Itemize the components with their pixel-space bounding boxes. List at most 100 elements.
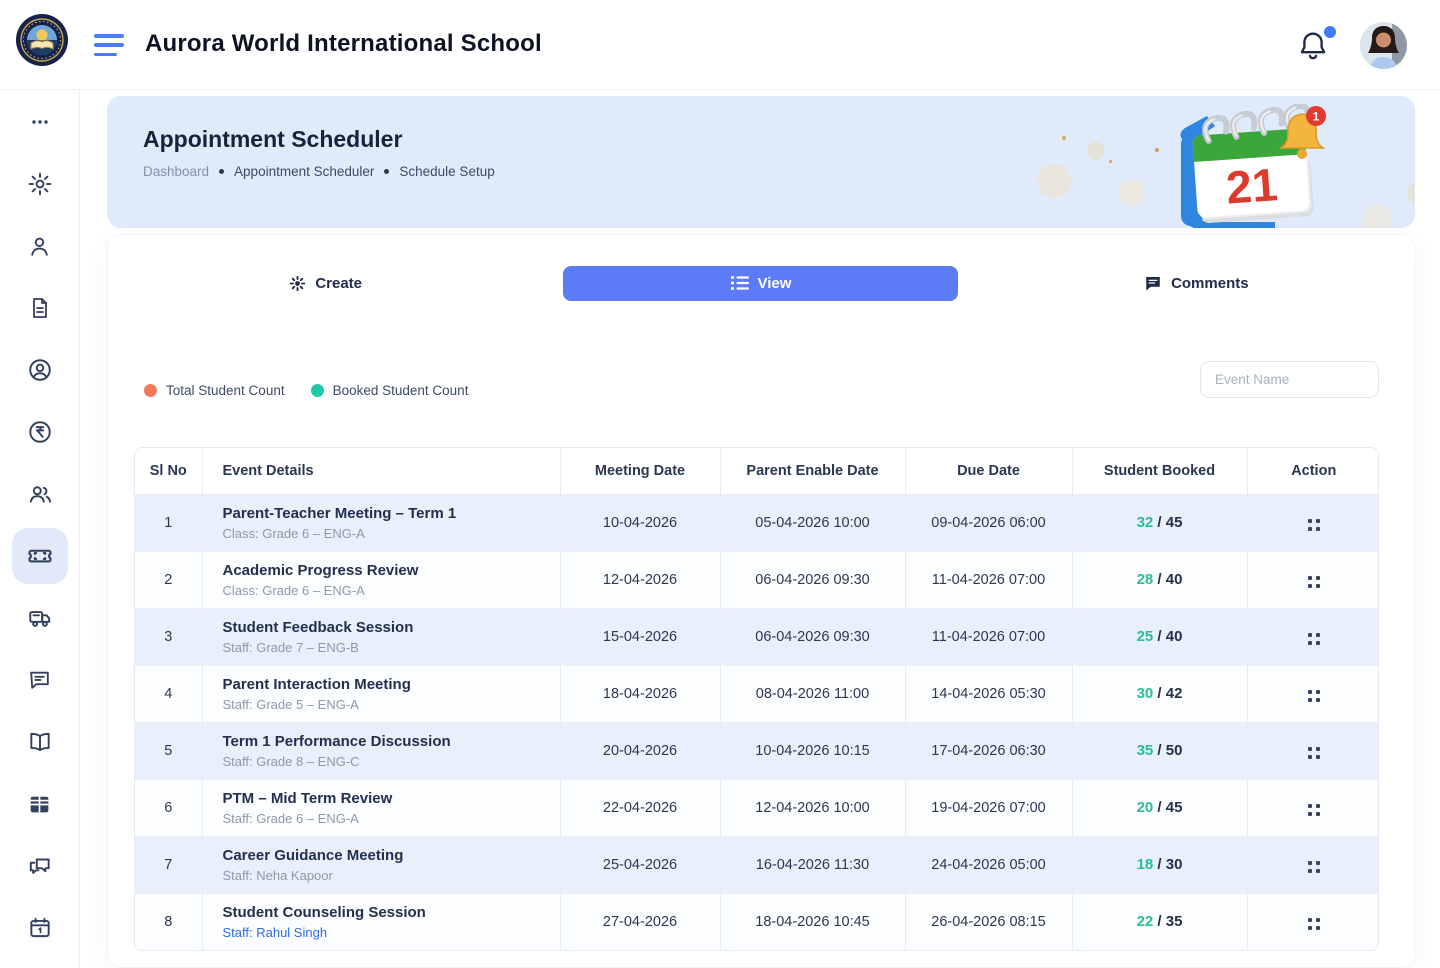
cell-action [1247,836,1379,893]
cell-parent-enable-date: 08-04-2026 11:00 [720,665,905,722]
cell-sl-no: 7 [135,836,202,893]
cell-student-booked: 18 / 30 [1072,836,1247,893]
row-actions-grip-icon[interactable] [1304,914,1324,934]
breadcrumb-item[interactable]: Dashboard [143,164,209,179]
cell-due-date: 17-04-2026 06:30 [905,722,1072,779]
book-icon [27,729,53,755]
row-actions-grip-icon[interactable] [1304,800,1324,820]
cell-event-details: PTM – Mid Term ReviewStaff: Grade 6 – EN… [202,779,560,836]
col-due-date: Due Date [905,448,1072,494]
cell-due-date: 11-04-2026 07:00 [905,608,1072,665]
sidebar-item-ticket[interactable] [12,528,68,584]
sidebar-item-ellipsis[interactable] [12,94,68,150]
row-actions-grip-icon[interactable] [1304,686,1324,706]
sidebar-item-messages[interactable] [12,838,68,894]
sidebar-item-user-circle[interactable] [12,342,68,398]
event-subtitle: Class: Grade 6 – ENG-A [223,526,560,541]
total-count: / 30 [1153,856,1182,873]
gear-icon [27,171,53,197]
col-meeting-date: Meeting Date [560,448,720,494]
sidebar-item-book[interactable] [12,714,68,770]
messages-icon [27,853,53,879]
topbar: Aurora World International School [0,0,1440,90]
cell-student-booked: 32 / 45 [1072,494,1247,551]
booked-count: 25 [1137,628,1154,645]
row-actions-grip-icon[interactable] [1304,572,1324,592]
booked-count: 22 [1137,913,1154,930]
calendar-icon [27,915,53,941]
breadcrumb-item[interactable]: Schedule Setup [399,164,494,179]
cell-event-details: Term 1 Performance DiscussionStaff: Grad… [202,722,560,779]
sidebar-item-gear[interactable] [12,156,68,212]
row-actions-grip-icon[interactable] [1304,515,1324,535]
sidebar-item-document[interactable] [12,280,68,336]
tab-create[interactable]: Create [275,266,376,301]
cell-sl-no: 8 [135,893,202,950]
page-header-banner: Appointment Scheduler DashboardAppointme… [107,96,1415,228]
sidebar-item-chat[interactable] [12,652,68,708]
sidebar-item-users[interactable] [12,466,68,522]
rupee-coin-icon [27,419,53,445]
total-count: / 35 [1153,913,1182,930]
sidebar-item-table[interactable] [12,776,68,832]
cell-student-booked: 20 / 45 [1072,779,1247,836]
cell-event-details: Student Counseling Session Staff: Rahul S… [202,893,560,950]
calendar-bell-badge: 1 [1313,110,1320,124]
booked-count: 35 [1137,742,1154,759]
list-icon [731,275,749,291]
total-count: / 40 [1153,628,1182,645]
cell-parent-enable-date: 05-04-2026 10:00 [720,494,905,551]
tab-zone: View [543,265,978,301]
tab-label: Comments [1171,275,1249,292]
cell-sl-no: 2 [135,551,202,608]
chat-icon [27,668,52,693]
event-title: Student Counseling Session [223,904,560,921]
user-circle-icon [27,357,53,383]
cell-meeting-date: 10-04-2026 [560,494,720,551]
hamburger-menu-icon[interactable] [94,34,124,56]
cell-due-date: 24-04-2026 05:00 [905,836,1072,893]
breadcrumb-separator [219,169,224,174]
comment-icon [1144,274,1162,292]
cell-event-details: Parent Interaction MeetingStaff: Grade 5… [202,665,560,722]
event-subtitle[interactable]: Staff: Rahul Singh [223,925,560,940]
sidebar-item-bus[interactable] [12,590,68,646]
row-actions-grip-icon[interactable] [1304,857,1324,877]
booked-count: 30 [1137,685,1154,702]
cell-meeting-date: 25-04-2026 [560,836,720,893]
cell-action [1247,551,1379,608]
row-actions-grip-icon[interactable] [1304,629,1324,649]
event-name-input[interactable] [1200,361,1379,398]
user-avatar[interactable] [1360,22,1407,69]
tab-label: Create [315,275,362,292]
tab-bar: Create View Comments [108,265,1414,301]
event-title: PTM – Mid Term Review [223,790,560,807]
legend-item: Total Student Count [144,383,285,398]
cell-student-booked: 35 / 50 [1072,722,1247,779]
tab-comments[interactable]: Comments [1130,265,1263,301]
event-title: Parent Interaction Meeting [223,676,560,693]
table-body: 1Parent-Teacher Meeting – Term 1Class: G… [135,494,1379,950]
table-row: 2Academic Progress ReviewClass: Grade 6 … [135,551,1379,608]
gear-icon [289,275,306,292]
breadcrumb-item[interactable]: Appointment Scheduler [234,164,374,179]
notification-badge [1324,26,1336,38]
cell-action [1247,722,1379,779]
cell-student-booked: 30 / 42 [1072,665,1247,722]
notification-bell-icon[interactable] [1298,30,1332,64]
cell-meeting-date: 20-04-2026 [560,722,720,779]
event-title: Career Guidance Meeting [223,847,560,864]
sidebar-item-calendar[interactable] [12,900,68,956]
event-subtitle: Staff: Grade 8 – ENG-C [223,754,560,769]
cell-parent-enable-date: 12-04-2026 10:00 [720,779,905,836]
total-count: / 45 [1153,799,1182,816]
sidebar-item-user[interactable] [12,218,68,274]
sidebar-item-rupee-coin[interactable] [12,404,68,460]
cell-student-booked: 22 / 35 [1072,893,1247,950]
tab-view[interactable]: View [563,266,958,301]
cell-meeting-date: 18-04-2026 [560,665,720,722]
user-icon [27,234,52,259]
ticket-icon [26,542,54,570]
row-actions-grip-icon[interactable] [1304,743,1324,763]
cell-parent-enable-date: 06-04-2026 09:30 [720,608,905,665]
